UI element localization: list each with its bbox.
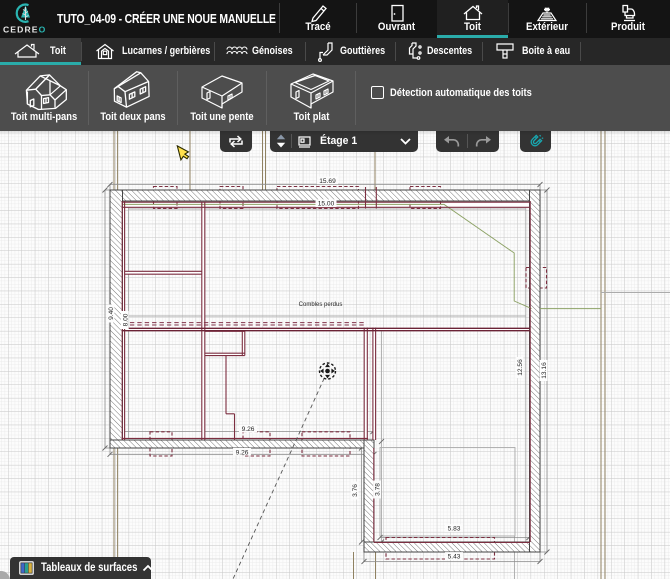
svg-text:8.00: 8.00 <box>123 313 130 326</box>
svg-text:9.26: 9.26 <box>242 426 255 433</box>
svg-text:5.83: 5.83 <box>448 526 461 533</box>
svg-text:15.00: 15.00 <box>318 201 335 208</box>
svg-text:9.40: 9.40 <box>108 307 115 320</box>
svg-text:Combles perdus: Combles perdus <box>299 302 343 308</box>
svg-text:15.69: 15.69 <box>319 178 336 185</box>
svg-text:9.26: 9.26 <box>236 449 249 456</box>
svg-text:CEDREO: CEDREO <box>3 25 46 35</box>
svg-text:5.43: 5.43 <box>448 554 461 561</box>
svg-text:3.78: 3.78 <box>375 483 382 496</box>
svg-text:12.56: 12.56 <box>517 359 524 376</box>
svg-text:3.76: 3.76 <box>352 484 359 497</box>
svg-text:13.16: 13.16 <box>541 362 548 379</box>
